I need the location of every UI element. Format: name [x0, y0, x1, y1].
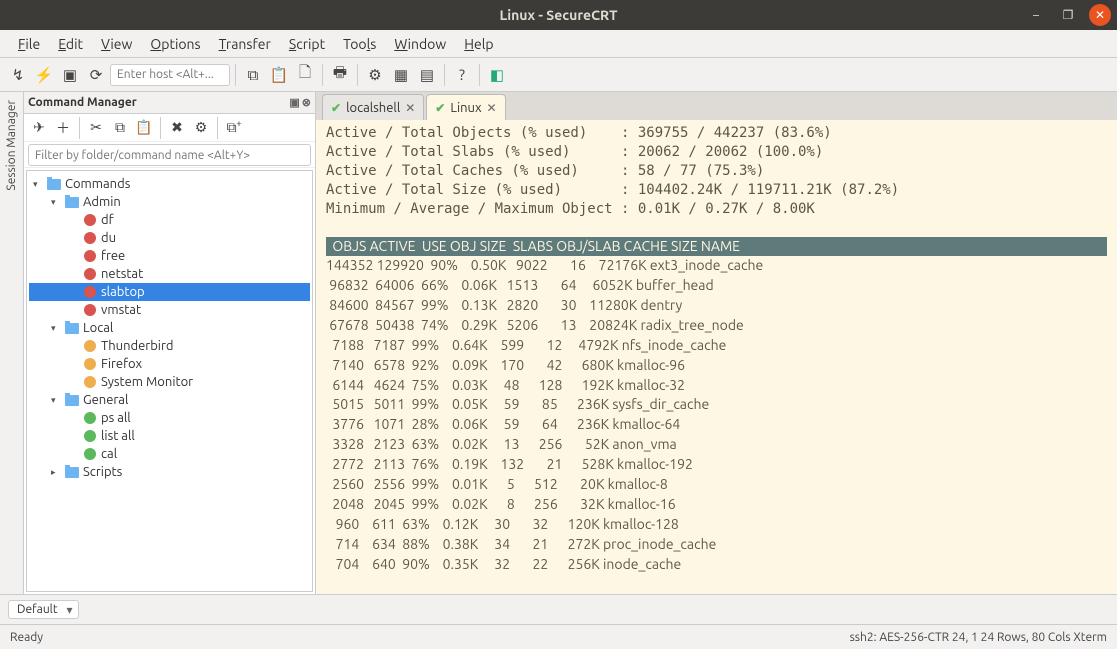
command-manager-header: Command Manager ▣ ⊗: [24, 92, 315, 114]
tab-linux[interactable]: ✔ Linux ✕: [426, 94, 505, 120]
tab-label: localshell: [346, 101, 400, 115]
tree-cmd-list-all[interactable]: list all: [29, 427, 310, 445]
tab-new-icon[interactable]: ▣: [58, 63, 82, 87]
find-icon[interactable]: 🗋: [293, 63, 317, 87]
paste2-icon[interactable]: 📋: [133, 117, 155, 139]
titlebar: Linux - SecureCRT – ❐ ✕: [0, 0, 1117, 30]
tree-folder-scripts[interactable]: ▸Scripts: [29, 463, 310, 481]
panel-close-icon[interactable]: ⊗: [302, 96, 311, 109]
tree-cmd-slabtop[interactable]: slabtop: [29, 283, 310, 301]
panel-dock-icon[interactable]: ▣: [289, 96, 299, 109]
tree-root[interactable]: ▾Commands: [29, 175, 310, 193]
tab-strip: ✔ localshell ✕ ✔ Linux ✕: [316, 92, 1117, 120]
tree-cmd-ps-all[interactable]: ps all: [29, 409, 310, 427]
menu-tools[interactable]: Tools: [335, 34, 384, 54]
tree-cmd-du[interactable]: du: [29, 229, 310, 247]
new-folder-icon[interactable]: ⧉⁺: [223, 117, 245, 139]
status-right: ssh2: AES-256-CTR 24, 1 24 Rows, 80 Cols…: [850, 631, 1107, 644]
menubar: File Edit View Options Transfer Script T…: [0, 30, 1117, 58]
check-icon: ✔: [435, 101, 445, 115]
app-icon[interactable]: ◧: [485, 63, 509, 87]
tab-label: Linux: [450, 101, 481, 115]
window-controls: – ❐ ✕: [1025, 4, 1111, 26]
connect-icon[interactable]: ↯: [6, 63, 30, 87]
tree-cmd-thunderbird[interactable]: Thunderbird: [29, 337, 310, 355]
tree-cmd-free[interactable]: free: [29, 247, 310, 265]
add-icon[interactable]: ＋: [52, 117, 74, 139]
menu-script[interactable]: Script: [281, 34, 333, 54]
delete-icon[interactable]: ✖: [166, 117, 188, 139]
session-manager-label: Session Manager: [5, 100, 18, 191]
settings-icon[interactable]: ⚙: [363, 63, 387, 87]
tree-cmd-system-monitor[interactable]: System Monitor: [29, 373, 310, 391]
copy-icon[interactable]: ⧉: [241, 63, 265, 87]
quick-connect-icon[interactable]: ⚡: [32, 63, 56, 87]
menu-file[interactable]: File: [10, 34, 48, 54]
command-manager-panel: Command Manager ▣ ⊗ ✈ ＋ ✂ ⧉ 📋 ✖ ⚙ ⧉⁺ ▾Co…: [24, 92, 316, 594]
tree-cmd-cal[interactable]: cal: [29, 445, 310, 463]
command-toolbar: ✈ ＋ ✂ ⧉ 📋 ✖ ⚙ ⧉⁺: [24, 114, 315, 142]
menu-help[interactable]: Help: [456, 34, 501, 54]
command-manager-title: Command Manager: [28, 96, 137, 109]
minimize-button[interactable]: –: [1025, 4, 1047, 26]
print-icon[interactable]: 🖶: [328, 63, 352, 87]
cut-icon[interactable]: ✂: [85, 117, 107, 139]
tree-folder-admin[interactable]: ▾Admin: [29, 193, 310, 211]
terminal-table-header: OBJS ACTIVE USE OBJ SIZE SLABS OBJ/SLAB …: [326, 237, 1107, 256]
terminal-area: ✔ localshell ✕ ✔ Linux ✕ Active / Total Objec…: [316, 92, 1117, 594]
help-icon[interactable]: ?: [450, 63, 474, 87]
toolbar: ↯ ⚡ ▣ ⟳ ⧉ 📋 🗋 🖶 ⚙ ▦ ▤ ? ◧: [0, 58, 1117, 92]
status-left: Ready: [10, 631, 43, 644]
tree-folder-local[interactable]: ▾Local: [29, 319, 310, 337]
host-input[interactable]: [110, 64, 230, 86]
command-tree: ▾Commands▾Admindfdufreenetstatslabtopvms…: [26, 170, 313, 592]
reconnect-icon[interactable]: ⟳: [84, 63, 108, 87]
scheme-select[interactable]: Default: [8, 600, 79, 619]
maximize-button[interactable]: ❐: [1057, 4, 1079, 26]
menu-window[interactable]: Window: [386, 34, 454, 54]
menu-transfer[interactable]: Transfer: [211, 34, 279, 54]
session-manager-tab[interactable]: Session Manager: [0, 92, 24, 594]
tree-folder-general[interactable]: ▾General: [29, 391, 310, 409]
tab-localshell[interactable]: ✔ localshell ✕: [322, 94, 424, 120]
statusbar: Ready ssh2: AES-256-CTR 24, 1 24 Rows, 8…: [0, 624, 1117, 649]
tab-close-icon[interactable]: ✕: [405, 101, 415, 115]
tree-cmd-vmstat[interactable]: vmstat: [29, 301, 310, 319]
copy2-icon[interactable]: ⧉: [109, 117, 131, 139]
menu-view[interactable]: View: [93, 34, 140, 54]
tree-cmd-df[interactable]: df: [29, 211, 310, 229]
menu-options[interactable]: Options: [142, 34, 208, 54]
tab-close-icon[interactable]: ✕: [487, 101, 497, 115]
send-icon[interactable]: ✈: [28, 117, 50, 139]
commands-icon[interactable]: ▤: [415, 63, 439, 87]
gear-icon[interactable]: ⚙: [190, 117, 212, 139]
paste-icon[interactable]: 📋: [267, 63, 291, 87]
terminal-table-rows: 144352 129920 90% 0.50K 9022 16 72176K e…: [326, 257, 763, 571]
check-icon: ✔: [331, 101, 341, 115]
close-button[interactable]: ✕: [1089, 4, 1111, 26]
menu-edit[interactable]: Edit: [50, 34, 91, 54]
command-filter-input[interactable]: [28, 144, 311, 166]
tree-cmd-firefox[interactable]: Firefox: [29, 355, 310, 373]
tree-cmd-netstat[interactable]: netstat: [29, 265, 310, 283]
window-title: Linux - SecureCRT: [500, 7, 618, 23]
main-area: Session Manager Command Manager ▣ ⊗ ✈ ＋ …: [0, 92, 1117, 594]
sessions-icon[interactable]: ▦: [389, 63, 413, 87]
terminal[interactable]: Active / Total Objects (% used) : 369755…: [316, 120, 1117, 594]
bottom-bar: Default: [0, 594, 1117, 624]
scheme-label: Default: [17, 603, 58, 616]
